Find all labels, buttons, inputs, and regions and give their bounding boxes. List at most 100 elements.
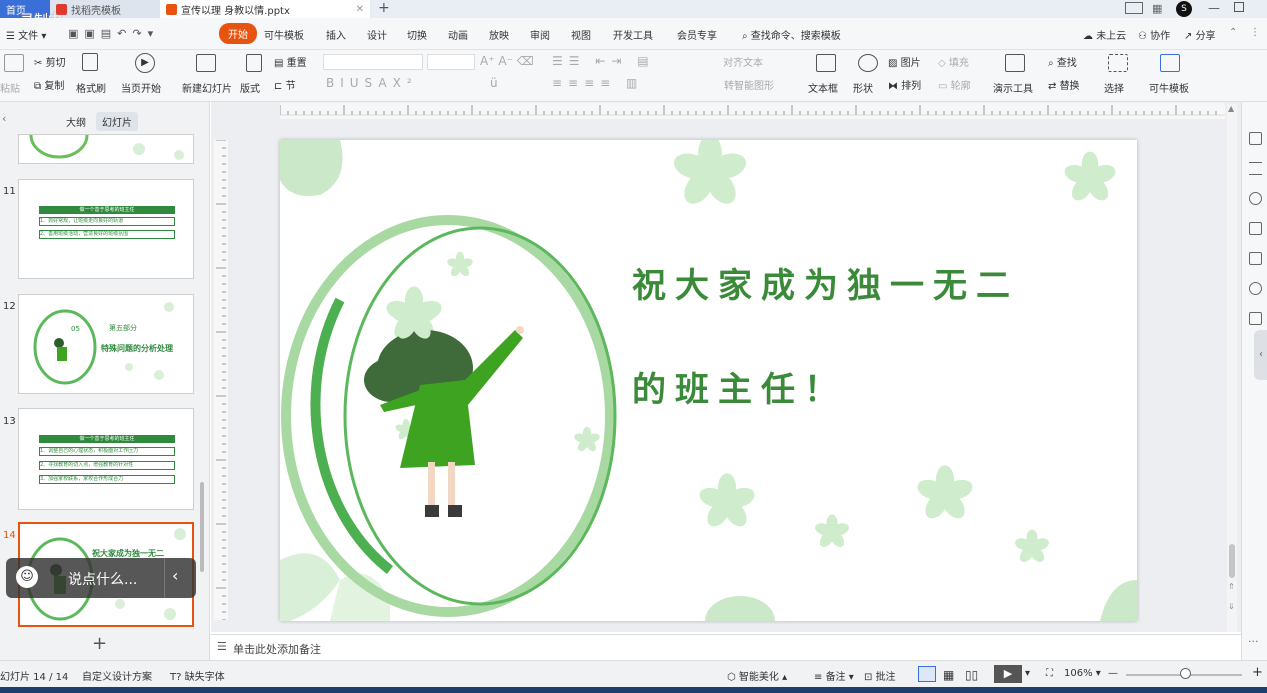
- properties-icon[interactable]: [1249, 132, 1262, 145]
- select-button[interactable]: 选择: [1104, 80, 1124, 95]
- tab-home-ribbon[interactable]: 开始: [219, 23, 257, 44]
- presenter-tools-icon[interactable]: [1005, 54, 1025, 72]
- arrange-button[interactable]: ⧓ 排列: [888, 77, 921, 92]
- format-painter-button[interactable]: 格式刷: [76, 80, 106, 95]
- file-menu[interactable]: ☰ 文件 ▾: [6, 27, 46, 42]
- slide-thumbnail[interactable]: 做一个善于思考的班主任 1、抓好常规，让班级走向良好的轨道 2、善用班级活动，营…: [18, 179, 194, 279]
- tab-slides[interactable]: 幻灯片: [96, 112, 138, 131]
- tab-docer-templates[interactable]: 找稻壳模板: [50, 0, 160, 18]
- tab-developer[interactable]: 开发工具: [613, 27, 653, 42]
- expand-sidebar-icon[interactable]: ‹: [1254, 330, 1267, 380]
- play-slideshow-button[interactable]: ▶: [994, 665, 1022, 683]
- paste-button[interactable]: 粘贴: [0, 80, 20, 95]
- tab-document[interactable]: 宣传以理 身教以情.pptx ✕: [160, 0, 370, 18]
- list-icons[interactable]: ☰☰ ⇤⇥ ▤: [552, 54, 655, 68]
- slide-canvas[interactable]: 祝大家成为独一无二 的班主任！: [280, 140, 1137, 621]
- slide-thumbnail[interactable]: [18, 134, 194, 164]
- layout-icon[interactable]: [1125, 2, 1143, 14]
- font-style-icons[interactable]: BIUSAX²: [326, 76, 418, 90]
- layout-button[interactable]: 版式: [240, 80, 260, 95]
- design-scheme[interactable]: 自定义设计方案: [82, 668, 152, 683]
- smiley-icon[interactable]: ☺: [16, 566, 38, 588]
- slide-title-line-1[interactable]: 祝大家成为独一无二: [632, 258, 1019, 307]
- scroll-up-icon[interactable]: ▲: [1228, 104, 1234, 113]
- slide-title-line-2[interactable]: 的班主任！: [632, 362, 847, 411]
- tab-review[interactable]: 审阅: [530, 27, 550, 42]
- book-icon[interactable]: [1249, 312, 1262, 325]
- notes-pane[interactable]: ☰ 单击此处添加备注: [211, 634, 1241, 660]
- new-slide-button[interactable]: 新建幻灯片: [182, 80, 232, 95]
- zoom-in-button[interactable]: +: [1252, 665, 1263, 680]
- shape-button[interactable]: 形状: [853, 80, 873, 95]
- tab-outline[interactable]: 大纲: [60, 112, 92, 131]
- beautify-button[interactable]: ⬡ 智能美化 ▴: [727, 668, 787, 683]
- tab-design[interactable]: 设计: [367, 27, 387, 42]
- section-button[interactable]: ⊏ 节: [274, 77, 296, 92]
- workspace-scrollbar[interactable]: ▲ ⇑ ⇓: [1227, 104, 1237, 632]
- phonetic-icon[interactable]: ü: [490, 76, 498, 90]
- format-painter-icon[interactable]: [82, 53, 98, 71]
- textbox-icon[interactable]: [816, 54, 836, 72]
- close-icon[interactable]: ✕: [356, 4, 364, 15]
- scroll-thumb[interactable]: [1229, 544, 1235, 578]
- reading-view-icon[interactable]: ▯▯: [965, 668, 978, 682]
- pin-icon[interactable]: [1249, 192, 1262, 205]
- chat-input[interactable]: 说点什么...: [68, 569, 137, 589]
- apps-icon[interactable]: ▦: [1152, 2, 1162, 15]
- shape-icon[interactable]: [858, 54, 878, 72]
- play-options-icon[interactable]: ▾: [1025, 668, 1030, 679]
- share-button[interactable]: ↗ 分享: [1184, 27, 1216, 42]
- select-icon[interactable]: [1108, 54, 1128, 72]
- notes-placeholder[interactable]: 单击此处添加备注: [233, 641, 321, 657]
- maximize-icon[interactable]: [1234, 2, 1244, 12]
- kn-template-button[interactable]: 可牛模板: [1149, 80, 1189, 95]
- kn-template-icon[interactable]: [1160, 54, 1180, 72]
- paste-icon[interactable]: [4, 54, 24, 72]
- chat-overlay[interactable]: ☺ 说点什么... ‹: [6, 558, 196, 598]
- from-current-button[interactable]: 当页开始: [121, 80, 161, 95]
- sorter-view-icon[interactable]: ▦: [943, 668, 954, 682]
- image-icon[interactable]: [1249, 252, 1262, 265]
- tab-view[interactable]: 视图: [571, 27, 591, 42]
- collab-button[interactable]: ⚇ 协作: [1138, 27, 1170, 42]
- more-icon[interactable]: ⋮: [1250, 27, 1260, 38]
- copy-button[interactable]: ⧉ 复制: [34, 77, 64, 92]
- reset-button[interactable]: ▤ 重置: [274, 54, 307, 69]
- copy-icon[interactable]: [1249, 222, 1262, 235]
- avatar[interactable]: S: [1176, 1, 1192, 17]
- minimize-icon[interactable]: —: [1208, 1, 1220, 15]
- font-name-select[interactable]: [323, 54, 423, 70]
- notes-toggle[interactable]: ≡ 备注 ▾: [814, 668, 854, 683]
- fill-button[interactable]: ◇ 填充: [938, 54, 969, 69]
- prev-slide-icon[interactable]: ⇑: [1228, 582, 1235, 591]
- find-button[interactable]: ⌕ 查找: [1048, 54, 1077, 69]
- align-text-button[interactable]: 对齐文本: [723, 54, 763, 69]
- tab-insert[interactable]: 插入: [326, 27, 346, 42]
- font-size-select[interactable]: [427, 54, 475, 70]
- replace-button[interactable]: ⇄ 替换: [1048, 77, 1080, 92]
- add-slide-button[interactable]: +: [92, 633, 107, 654]
- next-slide-icon[interactable]: ⇓: [1228, 602, 1235, 611]
- tab-animation[interactable]: 动画: [448, 27, 468, 42]
- collapse-chat-icon[interactable]: ‹: [172, 566, 178, 585]
- new-slide-icon[interactable]: [196, 54, 216, 72]
- zoom-out-button[interactable]: —: [1108, 668, 1118, 679]
- cut-button[interactable]: ✂ 剪切: [34, 54, 66, 69]
- outline-button[interactable]: ▭ 轮廓: [938, 77, 971, 92]
- presenter-tools-button[interactable]: 演示工具: [993, 80, 1033, 95]
- align-icons[interactable]: ≡≡≡≡ ▥: [552, 76, 643, 90]
- normal-view-icon[interactable]: [918, 666, 936, 682]
- slide-thumbnail[interactable]: 05 第五部分 特殊问题的分析处理: [18, 294, 194, 394]
- zoom-level[interactable]: 106% ▾: [1064, 668, 1101, 679]
- more-options-icon[interactable]: ···: [1248, 635, 1259, 648]
- missing-font-button[interactable]: T? 缺失字体: [170, 668, 225, 683]
- tab-slideshow[interactable]: 放映: [489, 27, 509, 42]
- textbox-button[interactable]: 文本框: [808, 80, 838, 95]
- slide-thumbnail[interactable]: 做一个善于思考的班主任 1、调整自己的心理状态，积极面对工作压力 2、寻找教育的…: [18, 408, 194, 510]
- picture-button[interactable]: ▨ 图片: [888, 54, 921, 69]
- quick-access-icons[interactable]: ▣▣▤↶↷▾: [68, 27, 159, 40]
- cloud-status[interactable]: ☁ 未上云: [1083, 27, 1126, 42]
- tab-member[interactable]: 会员专享: [677, 27, 717, 42]
- layout-icon[interactable]: [246, 54, 262, 72]
- collapse-ribbon-icon[interactable]: ⌃: [1229, 27, 1237, 38]
